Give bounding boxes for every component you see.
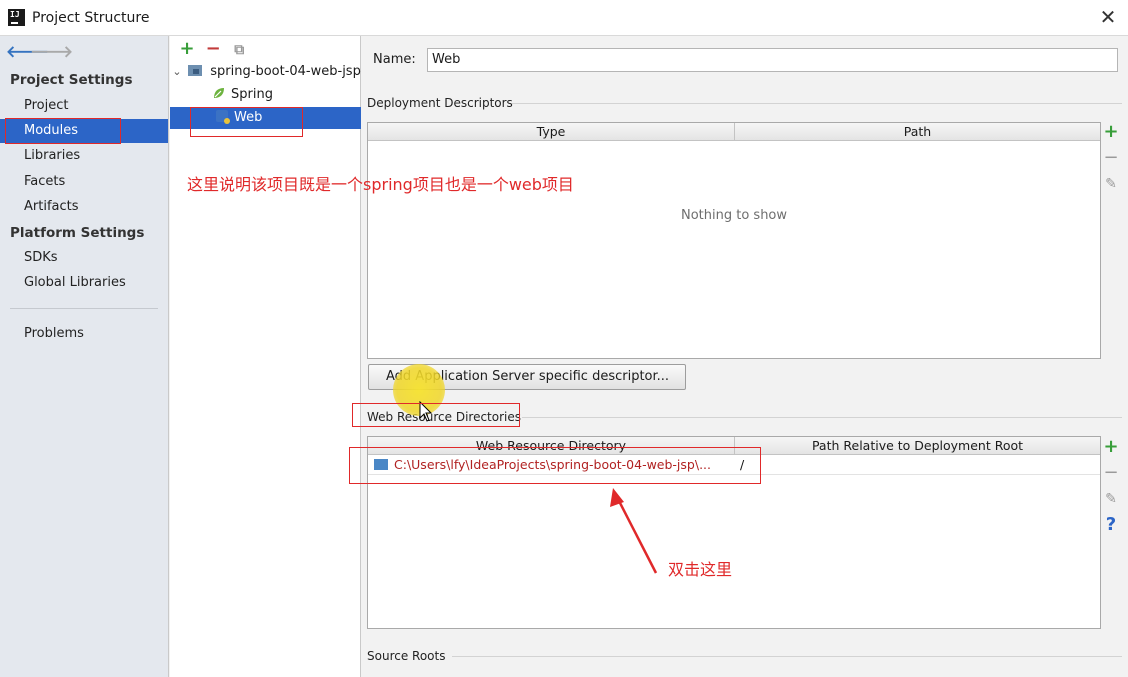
forward-arrow-icon[interactable]: 🡒 <box>30 41 73 61</box>
history-navigation: 🡐 🡒 <box>6 41 73 61</box>
facet-editor-panel: Name: Web Deployment Descriptors Type Pa… <box>362 36 1128 677</box>
column-header-type[interactable]: Type <box>368 123 735 141</box>
module-name: spring-boot-04-web-jsp <box>210 64 361 79</box>
group-divider <box>512 103 1122 104</box>
spring-leaf-icon <box>214 88 224 98</box>
annotation-box-resource-row <box>349 447 761 484</box>
add-resource-icon[interactable]: + <box>1100 434 1122 460</box>
sidebar-item-facets[interactable]: Facets <box>0 170 168 194</box>
sidebar-item-artifacts[interactable]: Artifacts <box>0 195 168 219</box>
annotation-box-modules <box>5 118 121 144</box>
spring-facet-label: Spring <box>231 87 273 102</box>
sidebar-item-sdks[interactable]: SDKs <box>0 246 168 270</box>
back-arrow-icon[interactable]: 🡐 <box>6 41 49 61</box>
group-divider <box>522 417 1122 418</box>
intellij-app-icon: IJ <box>8 9 25 26</box>
sidebar-item-global-libraries[interactable]: Global Libraries <box>0 271 168 295</box>
sidebar-item-project[interactable]: Project <box>0 94 168 118</box>
platform-settings-heading: Platform Settings <box>10 225 145 241</box>
column-header-path[interactable]: Path <box>735 123 1100 141</box>
chevron-down-icon[interactable]: ⌄ <box>170 61 184 83</box>
tree-node-module[interactable]: ⌄ spring-boot-04-web-jsp <box>170 61 361 83</box>
web-resource-side-toolbar: + − ✎ ? <box>1100 434 1122 538</box>
remove-descriptor-icon[interactable]: − <box>1100 145 1122 171</box>
help-icon[interactable]: ? <box>1100 512 1122 538</box>
annotation-box-web-resource-heading <box>352 403 520 427</box>
remove-resource-icon[interactable]: − <box>1100 460 1122 486</box>
name-label: Name: <box>373 52 416 67</box>
descriptor-side-toolbar: + − ✎ <box>1100 119 1122 197</box>
modules-toolbar: + − ⧉ <box>176 38 250 60</box>
module-folder-icon <box>188 65 203 76</box>
table-header: Type Path <box>368 123 1100 141</box>
annotation-explain-text: 这里说明该项目既是一个spring项目也是一个web项目 <box>187 175 574 194</box>
empty-table-message: Nothing to show <box>680 208 788 223</box>
tree-node-spring-facet[interactable]: Spring <box>170 84 361 106</box>
deployment-descriptors-heading: Deployment Descriptors <box>367 96 513 110</box>
remove-icon[interactable]: − <box>202 38 224 59</box>
deployment-descriptors-table[interactable]: Type Path Nothing to show <box>367 122 1101 359</box>
close-icon[interactable]: ✕ <box>1096 5 1120 29</box>
edit-descriptor-icon[interactable]: ✎ <box>1100 171 1122 197</box>
add-descriptor-icon[interactable]: + <box>1100 119 1122 145</box>
name-field[interactable]: Web <box>427 48 1118 72</box>
sidebar-item-problems[interactable]: Problems <box>0 322 168 346</box>
edit-resource-icon[interactable]: ✎ <box>1100 486 1122 512</box>
sidebar-divider <box>10 308 158 309</box>
annotation-box-web-facet <box>190 107 303 137</box>
annotation-arrow-icon <box>610 488 658 574</box>
annotation-double-click-text: 双击这里 <box>668 560 733 579</box>
source-roots-heading: Source Roots <box>367 649 446 663</box>
group-divider <box>452 656 1122 657</box>
add-icon[interactable]: + <box>176 38 198 59</box>
window-title: Project Structure <box>32 10 150 26</box>
project-settings-heading: Project Settings <box>10 72 133 88</box>
title-bar: IJ Project Structure ✕ <box>0 0 1128 36</box>
column-header-relative-path[interactable]: Path Relative to Deployment Root <box>735 437 1100 455</box>
copy-icon[interactable]: ⧉ <box>228 42 250 58</box>
sidebar-item-libraries[interactable]: Libraries <box>0 144 168 168</box>
